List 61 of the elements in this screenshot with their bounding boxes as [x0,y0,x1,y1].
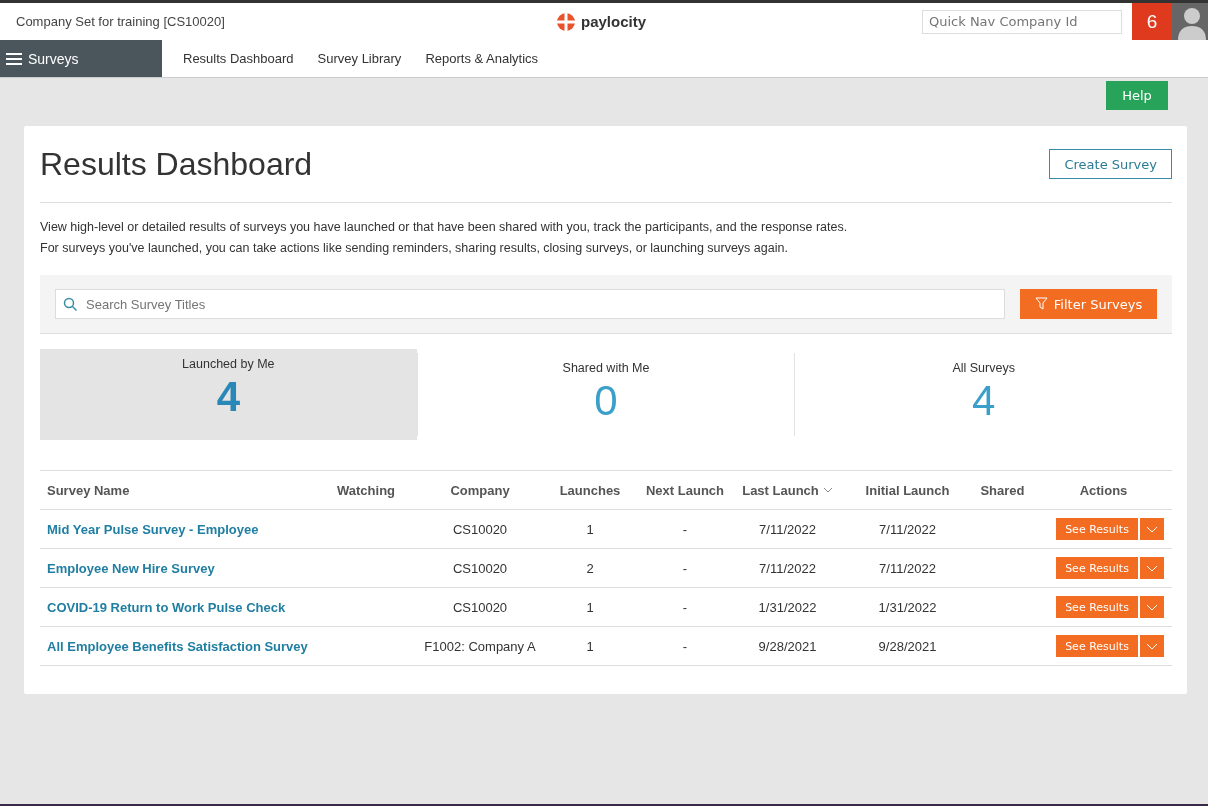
dropdown-button[interactable] [1140,596,1164,618]
table-cell: 1/31/2022 [878,599,937,615]
table-cell: 1 [586,638,594,654]
chevron-down-icon [1146,603,1158,611]
table-cell: - [682,638,688,654]
nav-link[interactable]: Survey Library [314,51,405,66]
table-cell: - [682,521,688,537]
search-icon [63,297,78,312]
table-cell: 7/11/2022 [759,560,816,576]
table-cell: - [682,560,688,576]
dropdown-button[interactable] [1140,518,1164,540]
column-header[interactable]: Launches [559,482,621,498]
company-name: Company Set for training [CS10020] [15,14,226,29]
table-cell: F1002: Company A [424,638,536,654]
table-cell: 7/11/2022 [879,560,936,576]
table-cell: 2 [586,560,594,576]
column-header[interactable]: Shared [980,482,1025,498]
column-header[interactable]: Company [450,482,510,498]
dropdown-button[interactable] [1140,557,1164,579]
column-header[interactable]: Next Launch [646,482,724,498]
chevron-down-icon [1146,525,1158,533]
column-header[interactable]: Last Launch [742,482,819,498]
column-header[interactable]: Initial Launch [865,482,950,498]
table-cell: 1 [586,599,594,615]
menu-button[interactable]: Surveys [0,40,162,77]
survey-name-link[interactable]: COVID-19 Return to Work Pulse Check [47,599,286,615]
search-field[interactable]: Search Survey Titles [55,289,1005,319]
table-cell: CS10020 [452,560,508,576]
table-cell: CS10020 [452,521,508,537]
survey-name-link[interactable]: Employee New Hire Survey [47,560,215,576]
page-title: Results Dashboard [40,145,313,183]
table-cell: - [682,599,688,615]
column-header[interactable]: Actions [1079,482,1128,498]
menu-icon [6,51,22,66]
logo-text: paylocity [581,13,647,30]
table-cell: 1/31/2022 [758,599,817,615]
dropdown-button[interactable] [1140,635,1164,657]
description-text: For surveys you've launched, you can take actions like sending reminders, sharing results, closing surveys, or launching surveys again. [40,240,789,257]
avatar-icon[interactable] [1172,3,1208,40]
nav-link[interactable]: Reports & Analytics [422,51,542,66]
chevron-down-icon [1146,564,1158,572]
notification-count[interactable]: 6 [1132,3,1172,40]
column-header[interactable]: Survey Name [47,482,130,498]
table-cell: 1 [586,521,594,537]
table-cell: CS10020 [452,599,508,615]
logo-icon [556,11,576,32]
survey-name-link[interactable]: All Employee Benefits Satisfaction Survey [47,638,308,654]
table-cell: 7/11/2022 [759,521,816,537]
stat-tab[interactable]: Launched by Me 4 [40,349,417,440]
create-survey-button[interactable]: Create Survey [1049,149,1172,179]
table-cell: 9/28/2021 [878,638,937,654]
chevron-down-icon [1146,642,1158,650]
quick-nav-field[interactable]: Quick Nav Company Id [922,9,1122,34]
sort-caret-icon [822,487,833,493]
description-text: View high-level or detailed results of surveys you have launched or that have been shared with you, track the participants, and the response rates. [40,219,849,236]
table-cell: 7/11/2022 [879,521,936,537]
column-header[interactable]: Watching [337,482,395,498]
survey-name-link[interactable]: Mid Year Pulse Survey - Employee [47,521,259,537]
table-cell: 9/28/2021 [758,638,817,654]
filter-icon [1034,297,1048,311]
nav-link[interactable]: Results Dashboard [180,51,297,66]
